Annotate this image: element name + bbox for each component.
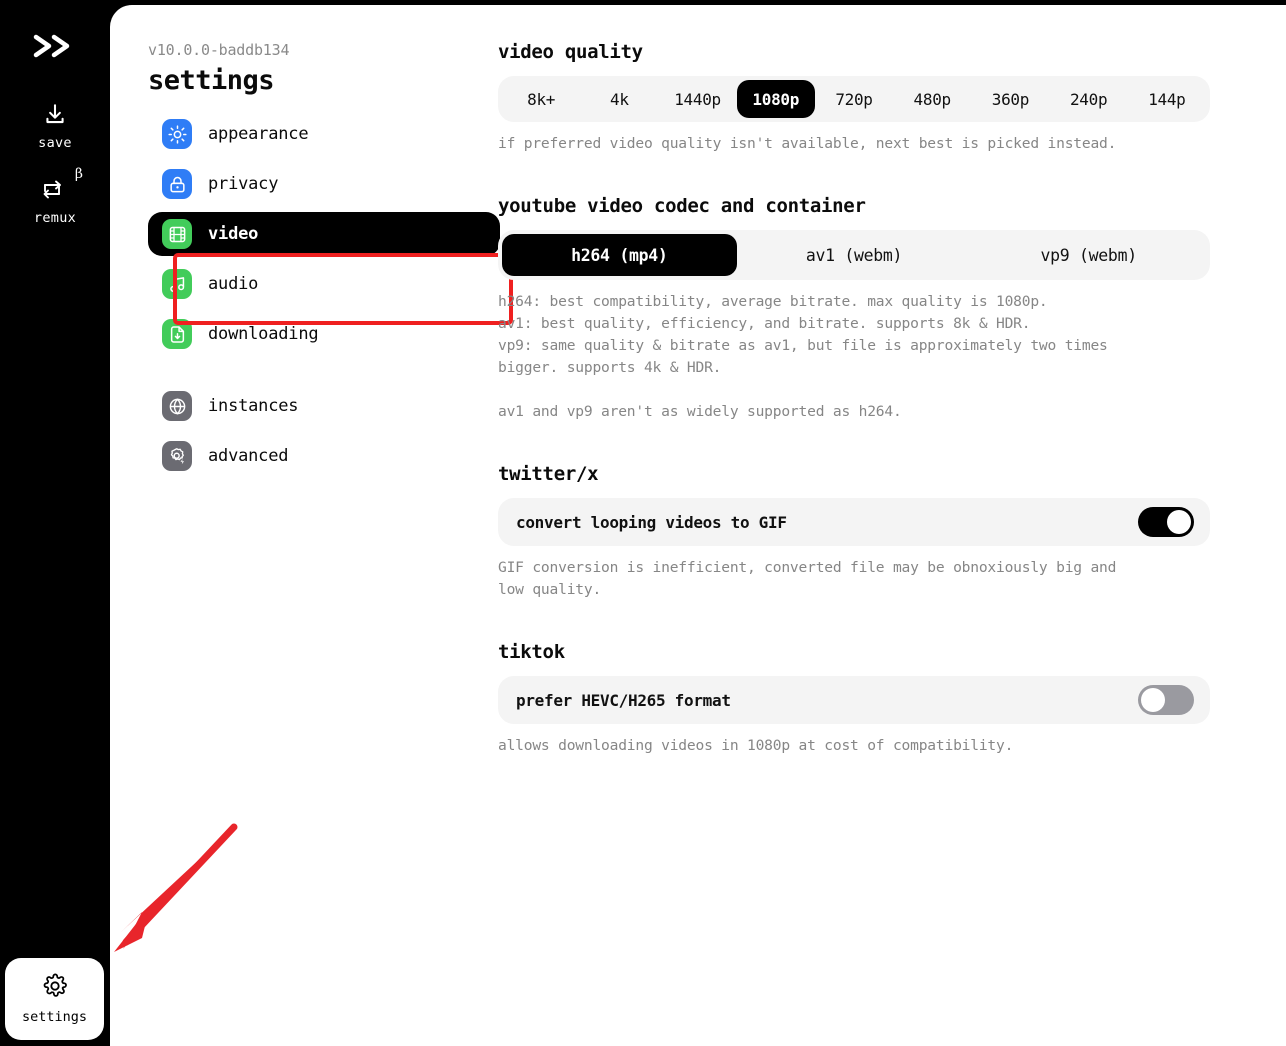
rail-item-settings[interactable]: settings [5,958,104,1040]
music-note-icon [162,269,192,299]
section-twitter: twitter/x convert looping videos to GIF … [498,463,1210,601]
codec-selector: h264 (mp4) av1 (webm) vp9 (webm) [498,230,1210,280]
toggle-knob [1141,688,1165,712]
section-description: if preferred video quality isn't availab… [498,135,1117,152]
sidebar-item-label: downloading [208,324,319,344]
quality-option-144p[interactable]: 144p [1128,80,1206,118]
toggle-convert-looping-to-gif[interactable] [1138,507,1194,537]
lock-icon [162,169,192,199]
content-panel: v10.0.0-baddb134 settings appearance pri… [110,5,1286,1046]
sidebar-item-privacy[interactable]: privacy [148,162,500,206]
quality-option-240p[interactable]: 240p [1050,80,1128,118]
quality-option-360p[interactable]: 360p [971,80,1049,118]
row-label: convert looping videos to GIF [516,512,787,532]
globe-icon [162,391,192,421]
rail-item-save-label: save [38,135,72,151]
section-title: video quality [498,41,643,63]
twitter-gif-row[interactable]: convert looping videos to GIF [498,498,1210,546]
gear-icon [42,973,68,1003]
quality-option-1440p[interactable]: 1440p [658,80,736,118]
settings-nav: v10.0.0-baddb134 settings appearance pri… [148,41,513,484]
rail-item-remux-label: remux [33,210,77,226]
codec-option-h264[interactable]: h264 (mp4) [502,234,737,276]
settings-main: video quality 8k+ 4k 1440p 1080p 720p 48… [498,41,1210,757]
rail-item-remux[interactable]: β remux [17,166,93,226]
version-label: v10.0.0-baddb134 [148,41,290,59]
sidebar-item-appearance[interactable]: appearance [148,112,500,156]
sidebar-item-label: advanced [208,446,289,466]
quality-option-720p[interactable]: 720p [815,80,893,118]
sun-icon [162,119,192,149]
section-description: GIF conversion is inefficient, converted… [498,559,1117,598]
sidebar-item-label: privacy [208,174,279,194]
sidebar-item-label: audio [208,274,259,294]
section-description: h264: best compatibility, average bitrat… [498,293,1108,420]
section-title: tiktok [498,641,565,663]
quality-option-8kplus[interactable]: 8k+ [502,80,580,118]
toggle-knob [1167,510,1191,534]
app-window: save β remux settings v10.0.0-baddb134 s… [0,0,1286,1046]
codec-option-vp9[interactable]: vp9 (webm) [971,234,1206,276]
gear-bolt-icon [162,441,192,471]
sidebar-item-video[interactable]: video [148,212,500,256]
section-tiktok: tiktok prefer HEVC/H265 format allows do… [498,641,1210,757]
toggle-prefer-hevc-h265[interactable] [1138,685,1194,715]
page-title: settings [148,65,275,96]
sidebar-item-label: video [208,224,259,244]
tiktok-hevc-row[interactable]: prefer HEVC/H265 format [498,676,1210,724]
row-label: prefer HEVC/H265 format [516,690,731,710]
quality-option-4k[interactable]: 4k [580,80,658,118]
rail-item-save[interactable]: save [17,100,93,151]
sidebar-item-instances[interactable]: instances [148,384,500,428]
sidebar-item-audio[interactable]: audio [148,262,500,306]
section-video-quality: video quality 8k+ 4k 1440p 1080p 720p 48… [498,41,1210,155]
nav-separator [148,362,500,384]
film-icon [162,219,192,249]
loop-arrows-icon: β [40,166,83,205]
download-icon [42,100,68,130]
left-rail: save β remux settings [0,0,110,1046]
file-download-icon [162,319,192,349]
section-title: youtube video codec and container [498,195,866,217]
section-description: allows downloading videos in 1080p at co… [498,737,1014,754]
sidebar-item-label: appearance [208,124,309,144]
sidebar-item-advanced[interactable]: advanced [148,434,500,478]
settings-nav-list: appearance privacy video audio downloadi… [148,112,500,478]
rail-item-settings-label: settings [21,1009,88,1025]
sidebar-item-label: instances [208,396,299,416]
section-youtube-codec: youtube video codec and container h264 (… [498,195,1210,423]
sidebar-item-downloading[interactable]: downloading [148,312,500,356]
chevrons-right-icon[interactable] [25,26,85,66]
video-quality-selector: 8k+ 4k 1440p 1080p 720p 480p 360p 240p 1… [498,76,1210,122]
quality-option-480p[interactable]: 480p [893,80,971,118]
quality-option-1080p[interactable]: 1080p [736,80,815,118]
beta-badge: β [74,166,83,182]
section-title: twitter/x [498,463,599,485]
codec-option-av1[interactable]: av1 (webm) [737,234,972,276]
